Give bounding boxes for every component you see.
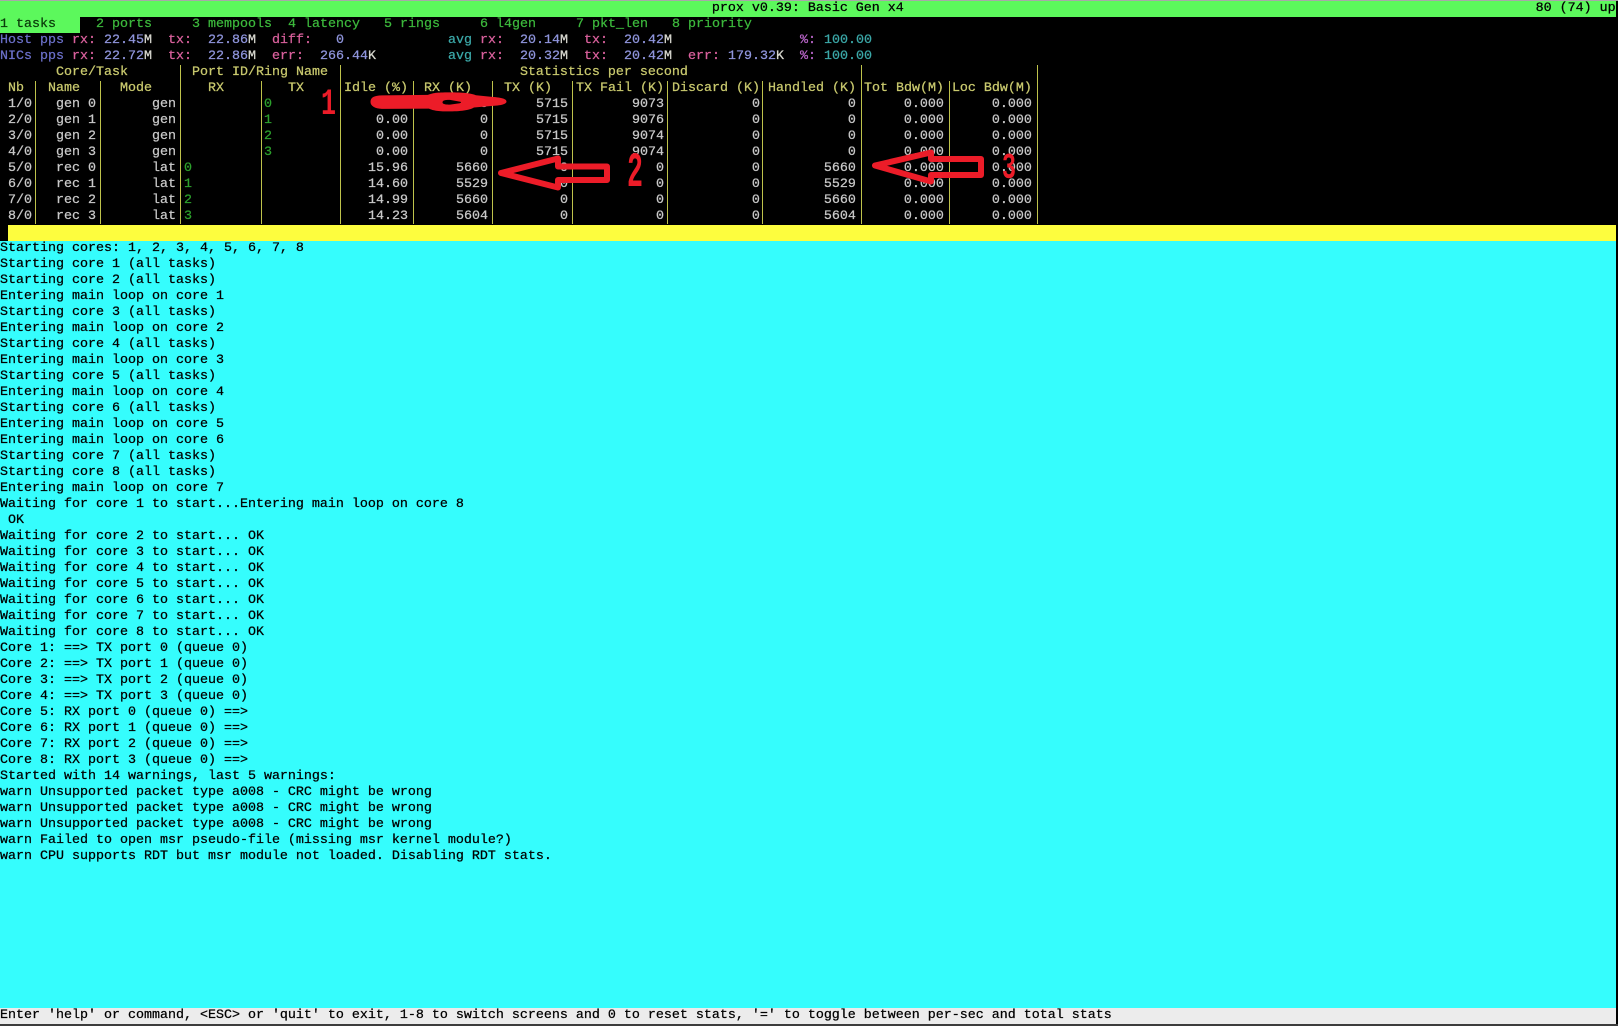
svg-text:3: 3 <box>1002 148 1016 189</box>
svg-text:2: 2 <box>627 145 643 201</box>
svg-text:1: 1 <box>321 84 336 126</box>
